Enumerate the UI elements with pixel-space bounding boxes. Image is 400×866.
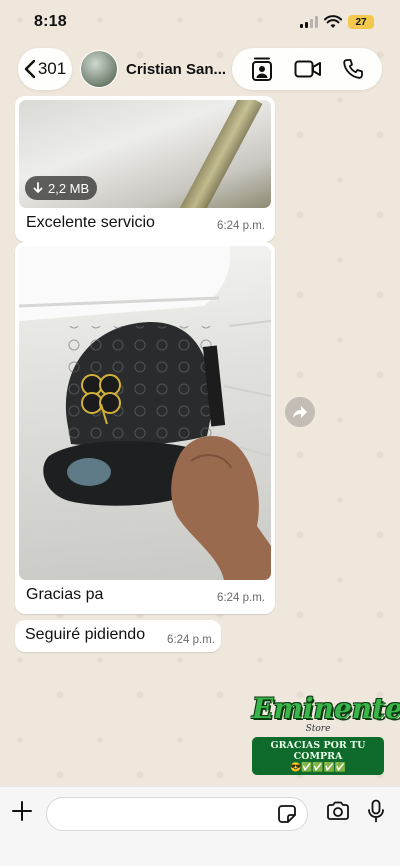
contact-card-icon[interactable] xyxy=(250,56,274,82)
download-badge[interactable]: 2,2 MB xyxy=(25,176,98,200)
chevron-left-icon xyxy=(24,59,36,79)
status-bar: 8:18 27 xyxy=(0,0,400,44)
phone-call-icon[interactable] xyxy=(342,58,364,80)
image-message[interactable]: 2,2 MB Excelente servicio 6:24 p.m. xyxy=(15,96,275,242)
contact-info[interactable]: Cristian San... xyxy=(80,50,226,88)
caption-row: Excelente servicio 6:24 p.m. xyxy=(19,208,271,238)
sticker-brand: Eminente xyxy=(252,692,400,725)
message-caption: Gracias pa xyxy=(26,586,104,603)
avatar[interactable] xyxy=(80,50,118,88)
contact-name: Cristian San... xyxy=(126,60,227,78)
caption-row: Gracias pa 6:24 p.m. xyxy=(19,580,271,610)
sticker-banner-text: GRACIAS POR TU COMPRA xyxy=(270,740,366,762)
message-time: 6:24 p.m. xyxy=(217,220,265,232)
message-text: Seguiré pidiendo xyxy=(25,626,146,643)
file-size: 2,2 MB xyxy=(48,180,90,196)
unread-count: 301 xyxy=(37,59,67,78)
video-call-icon[interactable] xyxy=(294,59,322,79)
message-photo[interactable] xyxy=(19,246,271,580)
microphone-icon[interactable] xyxy=(367,799,385,823)
image-message[interactable]: Gracias pa 6:24 p.m. xyxy=(15,242,275,614)
forward-button[interactable] xyxy=(285,397,315,427)
message-composer xyxy=(0,786,400,866)
text-message[interactable]: Seguiré pidiendo 6:24 p.m. xyxy=(15,620,221,652)
sticker-icon[interactable] xyxy=(277,804,297,824)
chat-header: 301 Cristian San... xyxy=(0,44,400,94)
camera-icon[interactable] xyxy=(326,801,350,821)
forward-arrow-icon xyxy=(293,406,307,418)
message-photo[interactable]: 2,2 MB xyxy=(19,100,271,208)
call-actions xyxy=(232,48,382,90)
wifi-icon xyxy=(324,15,342,28)
download-arrow-icon xyxy=(33,182,43,193)
battery-indicator: 27 xyxy=(348,15,374,29)
cellular-signal-icon xyxy=(300,16,318,28)
message-time: 6:24 p.m. xyxy=(217,592,265,604)
cap-photo-illustration xyxy=(19,246,271,580)
message-input[interactable] xyxy=(46,797,308,831)
back-button[interactable]: 301 xyxy=(18,48,72,90)
sticker-message[interactable]: Eminente Store GRACIAS POR TU COMPRA 😎✅✅… xyxy=(252,692,400,776)
status-time: 8:18 xyxy=(34,13,67,30)
status-indicators: 27 xyxy=(300,15,374,29)
sticker-banner: GRACIAS POR TU COMPRA 😎✅✅✅✅ xyxy=(252,737,384,775)
message-caption: Excelente servicio xyxy=(26,214,155,231)
message-time: 6:24 p.m. xyxy=(167,634,215,646)
sticker-emojis: 😎✅✅✅✅ xyxy=(289,763,347,773)
sticker-subtitle: Store xyxy=(305,724,331,734)
plus-icon[interactable] xyxy=(11,800,33,822)
